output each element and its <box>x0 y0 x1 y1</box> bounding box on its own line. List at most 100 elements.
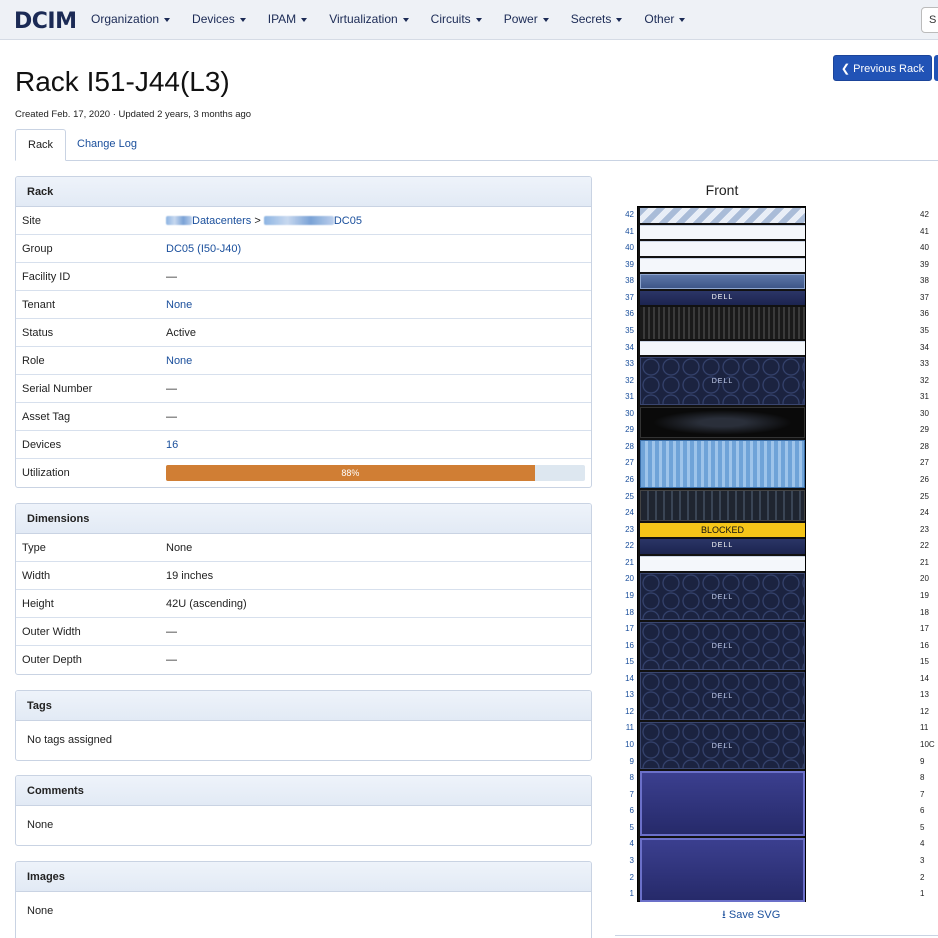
unit-number: 37 <box>920 292 929 302</box>
rack-device[interactable]: DELL <box>640 721 805 770</box>
row-outer-depth: Outer Depth — <box>16 646 591 674</box>
empty-unit[interactable] <box>640 340 805 356</box>
unit-number: 39 <box>920 259 929 269</box>
unit-number: 13 <box>625 690 634 700</box>
rack-device[interactable]: DELL <box>640 622 805 670</box>
rack-device[interactable]: DELL <box>640 672 805 720</box>
empty-unit[interactable] <box>640 241 805 256</box>
rack-device[interactable] <box>640 274 805 289</box>
rack-device[interactable]: DELL <box>640 357 805 405</box>
unit-number: 20 <box>920 574 929 584</box>
role-link[interactable]: None <box>166 355 192 367</box>
unit-number: 27 <box>920 458 929 468</box>
unit-number: 33 <box>625 359 634 369</box>
utilization-bar: 88% <box>166 465 585 481</box>
chevron-left-icon: ❮ <box>840 63 854 75</box>
redacted-text <box>263 216 334 226</box>
rack-device[interactable]: DELL <box>640 572 805 621</box>
unit-number: 40 <box>920 243 929 253</box>
site-group-link[interactable]: Datacenters <box>192 215 251 227</box>
unit-numbers-left: 42 41 40 39 38 37 36 35 34 33 32 31 30 29 28 27 26 25 24 23… <box>612 207 634 903</box>
tab-bar: Rack Change Log <box>15 129 938 161</box>
unit-number: 8 <box>629 773 634 783</box>
unit-number: 38 <box>920 276 929 286</box>
unit-number: 16 <box>625 640 634 650</box>
nav-ipam[interactable]: IPAM <box>257 0 318 40</box>
page-title: Rack I51-J44(L3) <box>15 66 230 97</box>
unit-number: 34 <box>920 342 929 352</box>
caret-down-icon <box>164 17 171 22</box>
unit-number: 6 <box>920 806 925 816</box>
site-link[interactable]: DC05 <box>334 215 362 227</box>
group-link[interactable]: DC05 (I50-J40) <box>166 243 241 255</box>
panel-heading: Dimensions <box>16 504 591 534</box>
empty-unit[interactable] <box>640 257 805 273</box>
row-label: Width <box>22 569 51 582</box>
row-label: Serial Number <box>22 382 93 395</box>
unit-number: 5 <box>629 822 634 832</box>
unit-number: 36 <box>625 309 634 319</box>
unit-number: 41 <box>625 226 634 236</box>
row-outer-width: Outer Width — <box>16 618 591 646</box>
rack-device[interactable] <box>640 307 805 339</box>
nav-circuits[interactable]: Circuits <box>420 0 493 40</box>
row-value: — <box>166 625 177 638</box>
rack-device[interactable] <box>640 771 805 836</box>
unit-number: 2 <box>629 872 634 882</box>
unit-number: 35 <box>625 325 634 335</box>
nav-secrets[interactable]: Secrets <box>560 0 634 40</box>
unit-number: 7 <box>629 789 634 799</box>
nav-virtualization[interactable]: Virtualization <box>318 0 419 40</box>
previous-rack-button[interactable]: ❮ Previous Rack <box>833 55 932 81</box>
unit-number: 18 <box>625 607 634 617</box>
unit-number: 29 <box>920 425 929 435</box>
unit-number: 18 <box>920 607 929 617</box>
rack-device[interactable]: DELL <box>640 539 805 554</box>
images-panel: Images None <box>15 861 592 938</box>
nav-power[interactable]: Power <box>493 0 560 40</box>
empty-unit[interactable] <box>640 556 805 571</box>
search-input[interactable]: S <box>921 7 938 33</box>
unit-number: 31 <box>625 392 634 402</box>
rack-device[interactable] <box>640 406 805 438</box>
caret-down-icon <box>679 17 686 22</box>
save-svg-link[interactable]: ⭳ Save SVG <box>722 906 780 925</box>
tab-change-log[interactable]: Change Log <box>65 129 149 161</box>
unit-number: 11 <box>920 723 929 733</box>
caret-down-icon <box>239 17 246 22</box>
unit-number: 40 <box>625 243 634 253</box>
nav-other[interactable]: Other <box>633 0 696 40</box>
row-utilization: Utilization 88% <box>16 459 591 487</box>
rack-face-title: Front <box>705 182 739 198</box>
unit-number: 20 <box>625 574 634 584</box>
nav-label: Organization <box>91 12 160 26</box>
nav-devices[interactable]: Devices <box>181 0 257 40</box>
nav-label: Other <box>644 12 675 26</box>
caret-down-icon <box>301 17 308 22</box>
unit-number: 30 <box>625 408 634 418</box>
devices-count-link[interactable]: 16 <box>166 439 178 451</box>
tags-body: No tags assigned <box>27 734 112 746</box>
unit-number: 25 <box>920 491 929 501</box>
blocked-unit[interactable]: BLOCKED <box>640 522 805 538</box>
rack-device[interactable] <box>640 837 805 902</box>
tenant-link[interactable]: None <box>166 299 192 311</box>
row-type: Type None <box>16 534 591 562</box>
rack-device[interactable]: DELL <box>640 290 805 306</box>
row-label: Devices <box>22 438 62 451</box>
tab-rack[interactable]: Rack <box>15 129 67 161</box>
unit-number: 23 <box>920 524 929 534</box>
next-rack-button[interactable] <box>934 55 938 81</box>
nav-organization[interactable]: Organization <box>80 0 181 40</box>
brand-logo[interactable]: DCIM <box>14 9 77 34</box>
rack-device[interactable] <box>640 440 805 488</box>
nav-label: Virtualization <box>329 12 398 26</box>
row-value: None <box>166 541 193 554</box>
rack-device[interactable] <box>640 489 805 521</box>
row-value: 42U (ascending) <box>166 597 247 610</box>
unit-number: 3 <box>920 855 925 865</box>
empty-unit[interactable] <box>640 224 805 240</box>
unit-number: 24 <box>625 508 634 518</box>
reserved-unit[interactable] <box>640 208 805 223</box>
row-width: Width 19 inches <box>16 562 591 590</box>
